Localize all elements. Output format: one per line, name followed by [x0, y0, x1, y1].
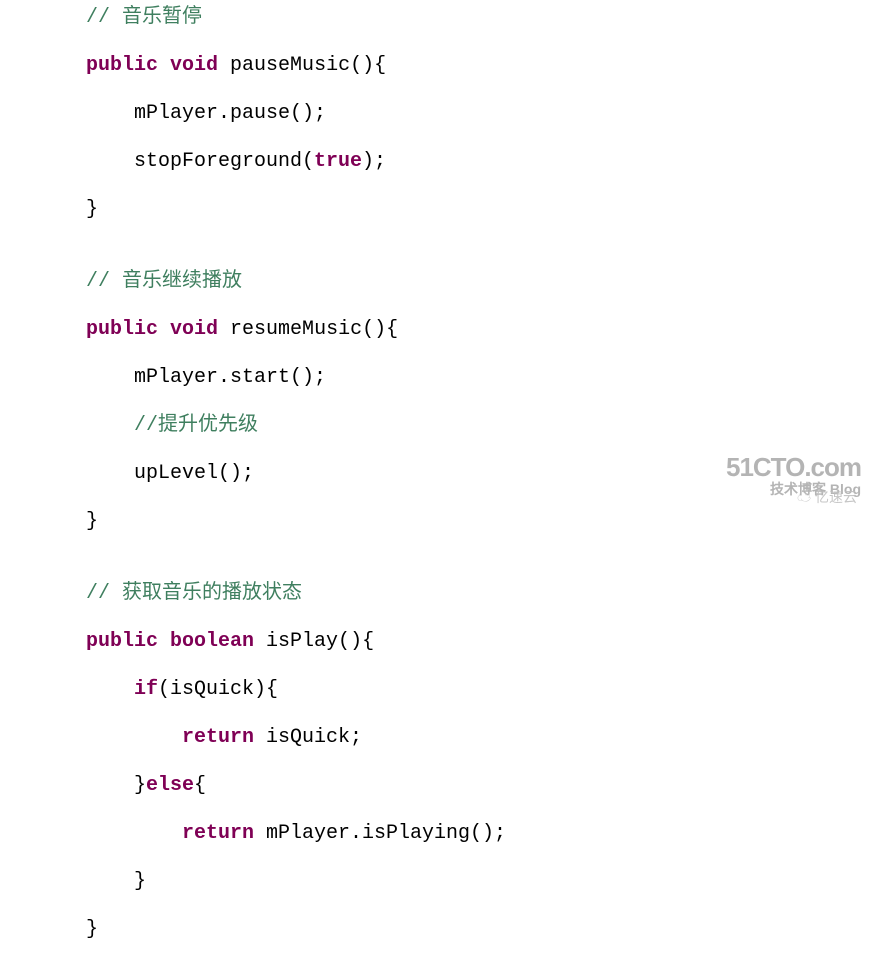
stmt-uplevel: upLevel(); — [134, 462, 254, 485]
kw-else: else — [146, 774, 194, 797]
kw-public: public — [86, 318, 158, 341]
kw-boolean: boolean — [170, 630, 254, 653]
comment-pause: // 音乐暂停 — [86, 6, 202, 29]
kw-return: return — [182, 822, 254, 845]
else-post: { — [194, 774, 206, 797]
stmt-pause: mPlayer.pause(); — [134, 102, 326, 125]
else-pre: } — [134, 774, 146, 797]
code-block: // 音乐暂停 public void pauseMusic(){ mPlaye… — [0, 0, 871, 966]
kw-true: true — [314, 150, 362, 173]
kw-if: if — [134, 678, 158, 701]
if-cond: (isQuick){ — [158, 678, 278, 701]
comment-resume: // 音乐继续播放 — [86, 270, 242, 293]
stmt-stopfg-a: stopForeground( — [134, 150, 314, 173]
method-pause: pauseMusic(){ — [218, 54, 386, 77]
kw-void: void — [170, 318, 218, 341]
close-brace: } — [134, 870, 146, 893]
kw-public: public — [86, 630, 158, 653]
method-resume: resumeMusic(){ — [218, 318, 398, 341]
kw-void: void — [170, 54, 218, 77]
close-brace: } — [86, 918, 98, 941]
comment-uplevel: //提升优先级 — [134, 414, 258, 437]
kw-return: return — [182, 726, 254, 749]
stmt-start: mPlayer.start(); — [134, 366, 326, 389]
close-brace: } — [86, 198, 98, 221]
ret-isquick: isQuick; — [254, 726, 362, 749]
kw-public: public — [86, 54, 158, 77]
stmt-stopfg-b: ); — [362, 150, 386, 173]
ret-isplaying: mPlayer.isPlaying(); — [254, 822, 506, 845]
close-brace: } — [86, 510, 98, 533]
comment-isplay: // 获取音乐的播放状态 — [86, 582, 302, 605]
method-isplay: isPlay(){ — [254, 630, 374, 653]
